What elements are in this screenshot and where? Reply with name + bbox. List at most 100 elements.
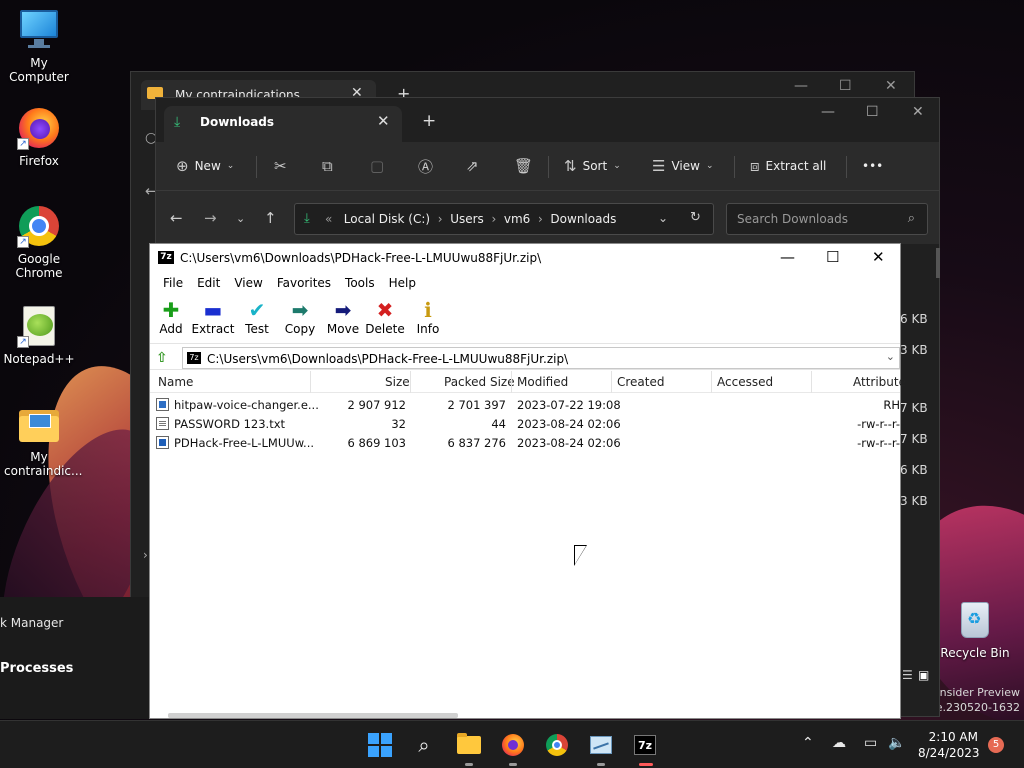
path-input[interactable]: 7z C:\Users\vm6\Downloads\PDHack-Free-L-…	[182, 347, 900, 369]
file-modified: 2023-07-22 19:08	[517, 398, 621, 412]
breadcrumb-overflow[interactable]: «	[325, 212, 332, 226]
recent-locations-button[interactable]: ⌄	[236, 212, 245, 225]
plus-circle-icon: ⊕	[176, 157, 189, 175]
share-button[interactable]: ⇗	[466, 154, 479, 178]
column-divider[interactable]	[811, 371, 812, 393]
desktop-icon-firefox[interactable]: ↗ Firefox	[0, 106, 78, 168]
column-header-size[interactable]: Size	[385, 375, 410, 389]
file-size: 3 KB	[900, 494, 928, 508]
tiles-view-icon[interactable]: ▣	[918, 668, 929, 682]
refresh-icon[interactable]: ↻	[690, 210, 701, 225]
breadcrumb-vm6[interactable]: vm6	[504, 212, 530, 226]
running-indicator	[465, 763, 473, 766]
desktop-icon-notepadpp[interactable]: ↗ Notepad++	[0, 304, 78, 366]
sort-button[interactable]: ⇅ Sort ⌄	[564, 154, 621, 178]
desktop-icon-label: My contraindic...	[4, 450, 83, 478]
view-button[interactable]: ☰ View ⌄	[652, 154, 713, 178]
sevenzip-window[interactable]: 7z C:\Users\vm6\Downloads\PDHack-Free-L-…	[149, 243, 906, 719]
taskbar-7zip[interactable]: 7z	[631, 731, 659, 766]
column-divider[interactable]	[410, 371, 411, 393]
up-folder-icon[interactable]: ⇧	[156, 350, 168, 366]
close-button[interactable]: ✕	[872, 248, 885, 266]
extract-button[interactable]: ▬ Extract	[188, 298, 238, 336]
table-row[interactable]: PASSWORD 123.txt 32 44 2023-08-24 02:06 …	[150, 414, 900, 433]
column-header-attributes[interactable]: Attribute	[853, 375, 906, 389]
processes-heading: Processes	[0, 661, 74, 676]
up-button[interactable]: ↑	[264, 209, 277, 227]
close-tab-icon[interactable]: ✕	[377, 112, 390, 130]
paste-button[interactable]: ▢	[370, 154, 384, 178]
minimize-button[interactable]: —	[821, 104, 835, 120]
menu-file[interactable]: File	[156, 272, 190, 294]
breadcrumb-downloads[interactable]: Downloads	[550, 212, 616, 226]
chevron-right-icon: ›	[437, 212, 443, 226]
column-header-name[interactable]: Name	[158, 375, 193, 389]
start-button[interactable]	[366, 731, 394, 759]
copy-button[interactable]: ⧉	[322, 154, 333, 178]
search-button[interactable]: ⌕	[410, 731, 438, 759]
desktop-icon-my-computer[interactable]: My Computer	[0, 8, 78, 84]
chevron-right-icon: ›	[491, 212, 497, 226]
menu-edit[interactable]: Edit	[190, 272, 227, 294]
firefox-icon: ↗	[17, 106, 61, 150]
column-header-packed-size[interactable]: Packed Size	[444, 375, 515, 389]
forward-button[interactable]: →	[204, 209, 217, 227]
back-button[interactable]: ←	[170, 209, 183, 227]
close-button[interactable]: ✕	[912, 104, 924, 120]
minimize-button[interactable]: —	[794, 78, 808, 94]
menu-favorites[interactable]: Favorites	[270, 272, 338, 294]
taskbar-firefox[interactable]	[499, 731, 527, 766]
network-icon[interactable]: ▭	[864, 735, 877, 751]
menu-view[interactable]: View	[227, 272, 269, 294]
table-row[interactable]: PDHack-Free-L-LMUUw... 6 869 103 6 837 2…	[150, 433, 900, 452]
chevron-down-icon[interactable]: ⌄	[886, 350, 895, 363]
cut-button[interactable]: ✂	[274, 154, 287, 178]
scrollbar[interactable]	[936, 248, 940, 278]
close-button[interactable]: ✕	[885, 78, 897, 94]
column-divider[interactable]	[711, 371, 712, 393]
new-tab-button[interactable]: +	[422, 111, 436, 131]
new-button[interactable]: ⊕ New ⌄	[176, 154, 234, 178]
chevron-up-icon[interactable]: ⌃	[802, 735, 814, 751]
breadcrumb-local-disk[interactable]: Local Disk (C:)	[344, 212, 430, 226]
info-button[interactable]: ℹ Info	[403, 298, 453, 336]
task-manager-window[interactable]: k Manager Processes	[0, 597, 150, 719]
add-label: Add	[159, 322, 183, 336]
column-divider[interactable]	[511, 371, 512, 393]
menu-help[interactable]: Help	[382, 272, 423, 294]
column-divider[interactable]	[611, 371, 612, 393]
column-headers: Name Size Packed Size Modified Created A…	[150, 371, 906, 393]
column-header-accessed[interactable]: Accessed	[717, 375, 773, 389]
system-clock[interactable]: 2:10 AM 8/24/2023	[918, 729, 980, 761]
maximize-button[interactable]: ☐	[866, 104, 879, 120]
extract-all-button[interactable]: ⧈ Extract all	[750, 154, 826, 178]
horizontal-scrollbar[interactable]	[168, 713, 458, 718]
chevron-down-icon[interactable]: ⌄	[658, 211, 668, 225]
column-header-created[interactable]: Created	[617, 375, 665, 389]
file-size: 6 KB	[900, 463, 928, 477]
address-bar[interactable]: ⤓ « Local Disk (C:) › Users › vm6 › Down…	[294, 203, 714, 235]
taskbar-task-manager[interactable]	[587, 731, 615, 766]
more-options-button[interactable]: •••	[862, 154, 883, 178]
desktop-icon-recycle-bin[interactable]: ♻ Recycle Bin	[936, 598, 1014, 660]
maximize-button[interactable]: ☐	[839, 78, 852, 94]
desktop-icon-chrome[interactable]: ↗ Google Chrome	[0, 204, 78, 280]
search-input[interactable]: Search Downloads ⌕	[726, 203, 928, 235]
menu-tools[interactable]: Tools	[338, 272, 382, 294]
details-view-icon[interactable]: ☰	[902, 668, 913, 682]
download-icon: ⤓	[304, 211, 310, 226]
column-divider[interactable]	[310, 371, 311, 393]
delete-button[interactable]: 🗑	[514, 154, 533, 178]
table-row[interactable]: hitpaw-voice-changer.e... 2 907 912 2 70…	[150, 395, 900, 414]
notification-badge[interactable]: 5	[988, 737, 1004, 753]
breadcrumb-users[interactable]: Users	[450, 212, 484, 226]
taskbar-chrome[interactable]	[543, 731, 571, 759]
taskbar-file-explorer[interactable]	[455, 731, 483, 766]
rename-button[interactable]: Ⓐ	[418, 154, 433, 178]
desktop-icon-folder[interactable]: My contraindic...	[0, 402, 83, 478]
minimize-button[interactable]: —	[780, 248, 795, 266]
maximize-button[interactable]: ☐	[826, 248, 839, 266]
volume-icon[interactable]: 🔈	[888, 735, 905, 751]
cloud-offline-icon[interactable]: ☁	[832, 735, 846, 751]
column-header-modified[interactable]: Modified	[517, 375, 568, 389]
